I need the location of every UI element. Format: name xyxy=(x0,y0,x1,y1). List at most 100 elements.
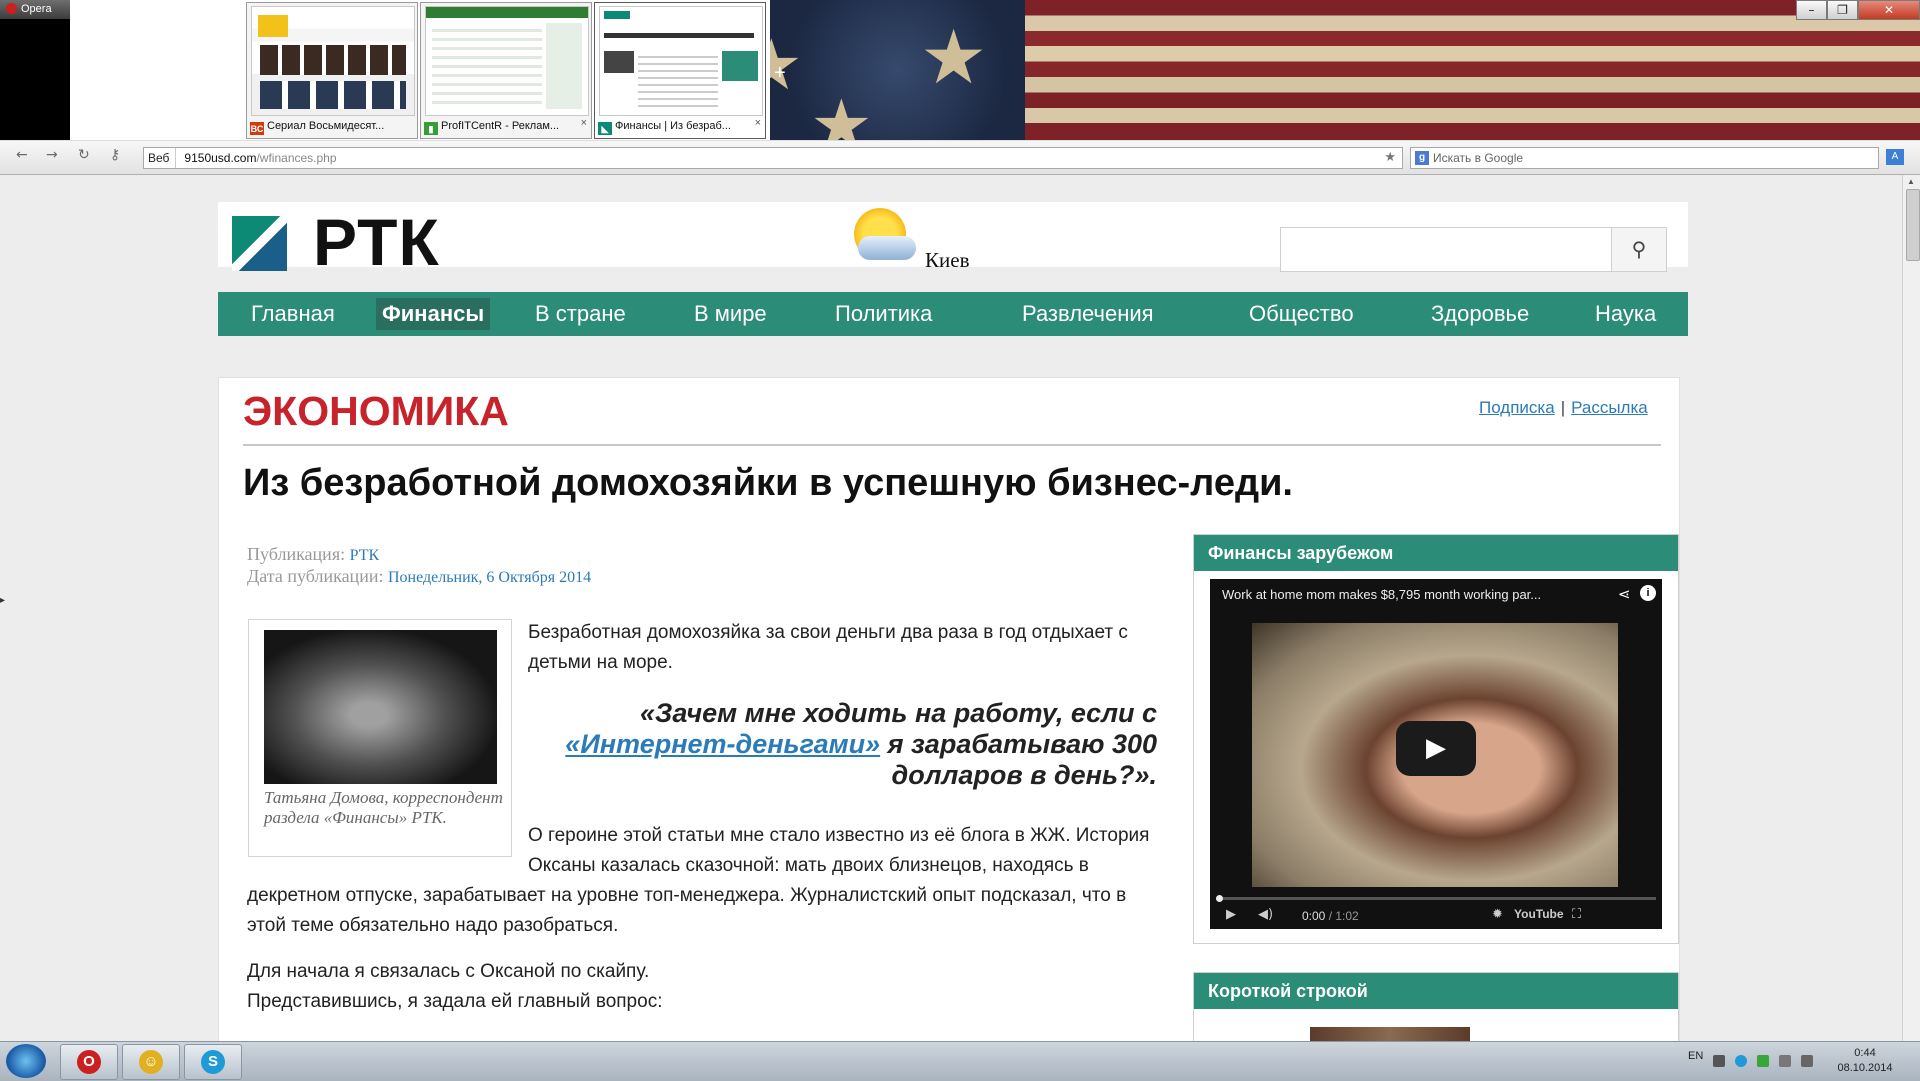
tab-title: ВС Сериал Восьмидесят... xyxy=(250,117,414,135)
back-button[interactable]: ← xyxy=(16,147,28,163)
url-input[interactable]: Веб 9150usd.com/wfinances.php ★ xyxy=(143,147,1403,169)
news-thumbnail[interactable] xyxy=(1310,1027,1470,1041)
taskbar-messenger[interactable]: ☺ xyxy=(122,1044,180,1080)
youtube-logo[interactable]: YouTube xyxy=(1514,907,1564,921)
taskbar-skype[interactable]: S xyxy=(184,1044,242,1080)
widget-finances-abroad: Финансы зарубежом Work at home mom makes… xyxy=(1193,534,1679,944)
opera-icon: O xyxy=(77,1050,101,1074)
publication-link[interactable]: РТК xyxy=(350,547,380,564)
info-icon[interactable]: i xyxy=(1640,585,1656,601)
network-icon[interactable] xyxy=(1779,1055,1791,1067)
tray-arrow-icon[interactable] xyxy=(1713,1055,1725,1067)
nav-politika[interactable]: Политика xyxy=(835,292,932,336)
main-navigation: Главная Финансы В стране В мире Политика… xyxy=(218,292,1688,336)
tray-check-icon[interactable] xyxy=(1757,1055,1769,1067)
publication-info: Публикация: РТК Дата публикации: Понедел… xyxy=(247,544,591,588)
subscribe-links: Подписка | Рассылка xyxy=(1479,398,1648,418)
opera-menu-label: Opera xyxy=(21,3,52,15)
volume-icon[interactable]: ◀) xyxy=(1258,907,1273,922)
url-host: 9150usd.com xyxy=(184,151,257,165)
fullscreen-icon[interactable]: ⛶ xyxy=(1572,907,1581,922)
minimize-button[interactable]: – xyxy=(1796,0,1827,20)
scroll-up-arrow-icon[interactable]: ▲ xyxy=(1907,177,1915,186)
search-icon[interactable]: ⚲ xyxy=(1611,227,1667,272)
google-icon[interactable]: g xyxy=(1415,151,1429,165)
page-viewport: РТК Киев ⚲ Главная Финансы В стране В ми… xyxy=(0,175,1902,1041)
settings-icon[interactable]: ✹ xyxy=(1492,907,1503,922)
weather-city: Киев xyxy=(925,248,970,272)
opera-menu-button[interactable]: Opera xyxy=(0,0,70,19)
close-tab-icon[interactable]: × xyxy=(581,117,587,129)
subscribe-link[interactable]: Подписка xyxy=(1479,398,1555,417)
nav-obshchestvo[interactable]: Общество xyxy=(1249,292,1354,336)
page-scrollbar[interactable]: ▲ xyxy=(1902,175,1920,1041)
publication-date[interactable]: Понедельник, 6 Октября 2014 xyxy=(388,569,591,586)
maximize-button[interactable]: ❐ xyxy=(1827,0,1858,20)
nav-razvlecheniya[interactable]: Развлечения xyxy=(1022,292,1154,336)
mailing-link[interactable]: Рассылка xyxy=(1571,398,1648,417)
tab-profitcentr[interactable]: ▮ ProfITCentR - Реклам... × xyxy=(420,2,592,139)
youtube-video-player[interactable]: Work at home mom makes $8,795 month work… xyxy=(1210,579,1662,929)
translate-icon[interactable]: A xyxy=(1886,149,1904,165)
reload-button[interactable]: ↻ xyxy=(78,147,90,163)
url-path: /wfinances.php xyxy=(256,151,337,165)
internet-money-link[interactable]: «Интернет-деньгами» xyxy=(565,729,880,759)
key-icon[interactable]: ⚷ xyxy=(110,147,120,163)
play-button[interactable]: ▶ xyxy=(1396,721,1476,776)
rtk-logo-icon[interactable] xyxy=(232,216,287,271)
tab-title-text: Сериал Восьмидесят... xyxy=(267,120,385,132)
site-logo-text[interactable]: РТК xyxy=(313,207,440,277)
nav-glavnaya[interactable]: Главная xyxy=(251,292,335,336)
tab-favicon: ▮ xyxy=(424,122,438,135)
tab-favicon: ВС xyxy=(250,122,264,135)
video-title[interactable]: Work at home mom makes $8,795 month work… xyxy=(1222,587,1541,602)
tab-serial[interactable]: ВС Сериал Восьмидесят... xyxy=(246,2,418,139)
video-current-time: 0:00 xyxy=(1302,909,1326,923)
forward-button[interactable]: → xyxy=(46,147,58,163)
nav-finansy[interactable]: Финансы xyxy=(376,298,491,330)
title-divider xyxy=(243,444,1661,446)
widget-title: Финансы зарубежом xyxy=(1194,535,1678,571)
input-language[interactable]: EN xyxy=(1688,1050,1703,1062)
clock-date: 08.10.2014 xyxy=(1837,1062,1893,1074)
article-headline: Из безработной домохозяйки в успешную би… xyxy=(243,462,1293,504)
taskbar-opera[interactable]: O xyxy=(60,1044,118,1080)
search-placeholder: Искать в Google xyxy=(1433,151,1524,165)
tray-skype-icon[interactable] xyxy=(1735,1055,1747,1067)
scrollbar-thumb[interactable] xyxy=(1906,189,1920,261)
widget-short-news: Короткой строкой xyxy=(1193,972,1679,1041)
close-window-button[interactable]: ✕ xyxy=(1858,0,1920,20)
video-time: 0:00 / 1:02 xyxy=(1302,909,1359,923)
tab-finansy[interactable]: ◣ Финансы | Из безраб... × xyxy=(594,2,766,139)
tab-thumbnail xyxy=(251,6,415,116)
article-container: ЭКОНОМИКА Подписка | Рассылка Из безработн… xyxy=(218,377,1680,1041)
tab-title: ◣ Финансы | Из безраб... xyxy=(598,117,762,135)
quote-start: «Зачем мне ходить на работу, если с xyxy=(640,698,1157,728)
star-icon: ★ xyxy=(810,84,873,140)
nav-v-strane[interactable]: В стране xyxy=(535,292,626,336)
tab-strip: ★ ★ ★ Opera – ❐ ✕ ВС Сериал Восьмидесят..… xyxy=(0,0,1920,140)
nav-nauka[interactable]: Наука xyxy=(1595,292,1656,336)
site-search-input[interactable] xyxy=(1280,227,1612,272)
new-tab-button[interactable]: + xyxy=(774,62,786,85)
video-play-icon[interactable]: ▶ xyxy=(1226,907,1236,922)
bookmark-star-icon[interactable]: ★ xyxy=(1384,148,1396,168)
video-progress-bar[interactable] xyxy=(1216,895,1656,902)
close-tab-icon[interactable]: × xyxy=(755,117,761,129)
nav-zdorovye[interactable]: Здоровье xyxy=(1431,292,1529,336)
section-title: ЭКОНОМИКА xyxy=(243,388,509,434)
start-button[interactable] xyxy=(6,1044,46,1078)
share-icon[interactable]: ⋖ xyxy=(1618,585,1631,603)
volume-icon[interactable] xyxy=(1801,1055,1813,1067)
skype-icon: S xyxy=(201,1050,225,1074)
tab-favicon: ◣ xyxy=(598,122,612,135)
search-engine-input[interactable]: g Искать в Google xyxy=(1410,147,1879,169)
tab-thumbnail xyxy=(599,6,763,116)
system-clock[interactable]: 0:44 08.10.2014 xyxy=(1835,1046,1895,1076)
widget-title: Короткой строкой xyxy=(1194,973,1678,1009)
site-info-badge[interactable]: Веб xyxy=(144,148,177,168)
nav-v-mire[interactable]: В мире xyxy=(694,292,767,336)
video-total-time: / 1:02 xyxy=(1328,909,1359,923)
tab-thumbnail xyxy=(425,6,589,116)
wallpaper-star-field: ★ ★ ★ xyxy=(770,0,1025,140)
